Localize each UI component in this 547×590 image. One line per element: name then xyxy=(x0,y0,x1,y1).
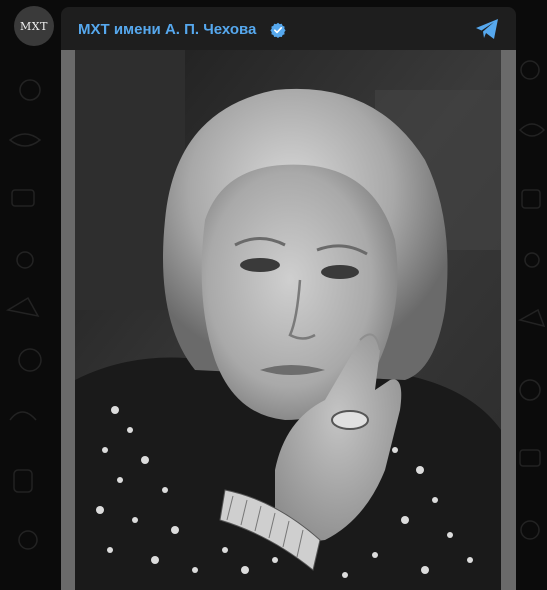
channel-avatar[interactable]: МХТ xyxy=(14,6,54,46)
photo-letterbox-right xyxy=(501,50,516,590)
avatar-text: МХТ xyxy=(20,19,48,33)
photo-letterbox-left xyxy=(61,50,75,590)
portrait-image xyxy=(75,50,501,590)
portrait-photo[interactable] xyxy=(75,50,501,590)
channel-name-link[interactable]: МХТ имени А. П. Чехова xyxy=(78,21,256,38)
verified-badge-icon xyxy=(270,22,286,38)
telegram-share-icon[interactable] xyxy=(475,18,499,40)
message-bubble: МХТ имени А. П. Чехова xyxy=(61,7,516,590)
message-header: МХТ имени А. П. Чехова xyxy=(61,7,516,51)
